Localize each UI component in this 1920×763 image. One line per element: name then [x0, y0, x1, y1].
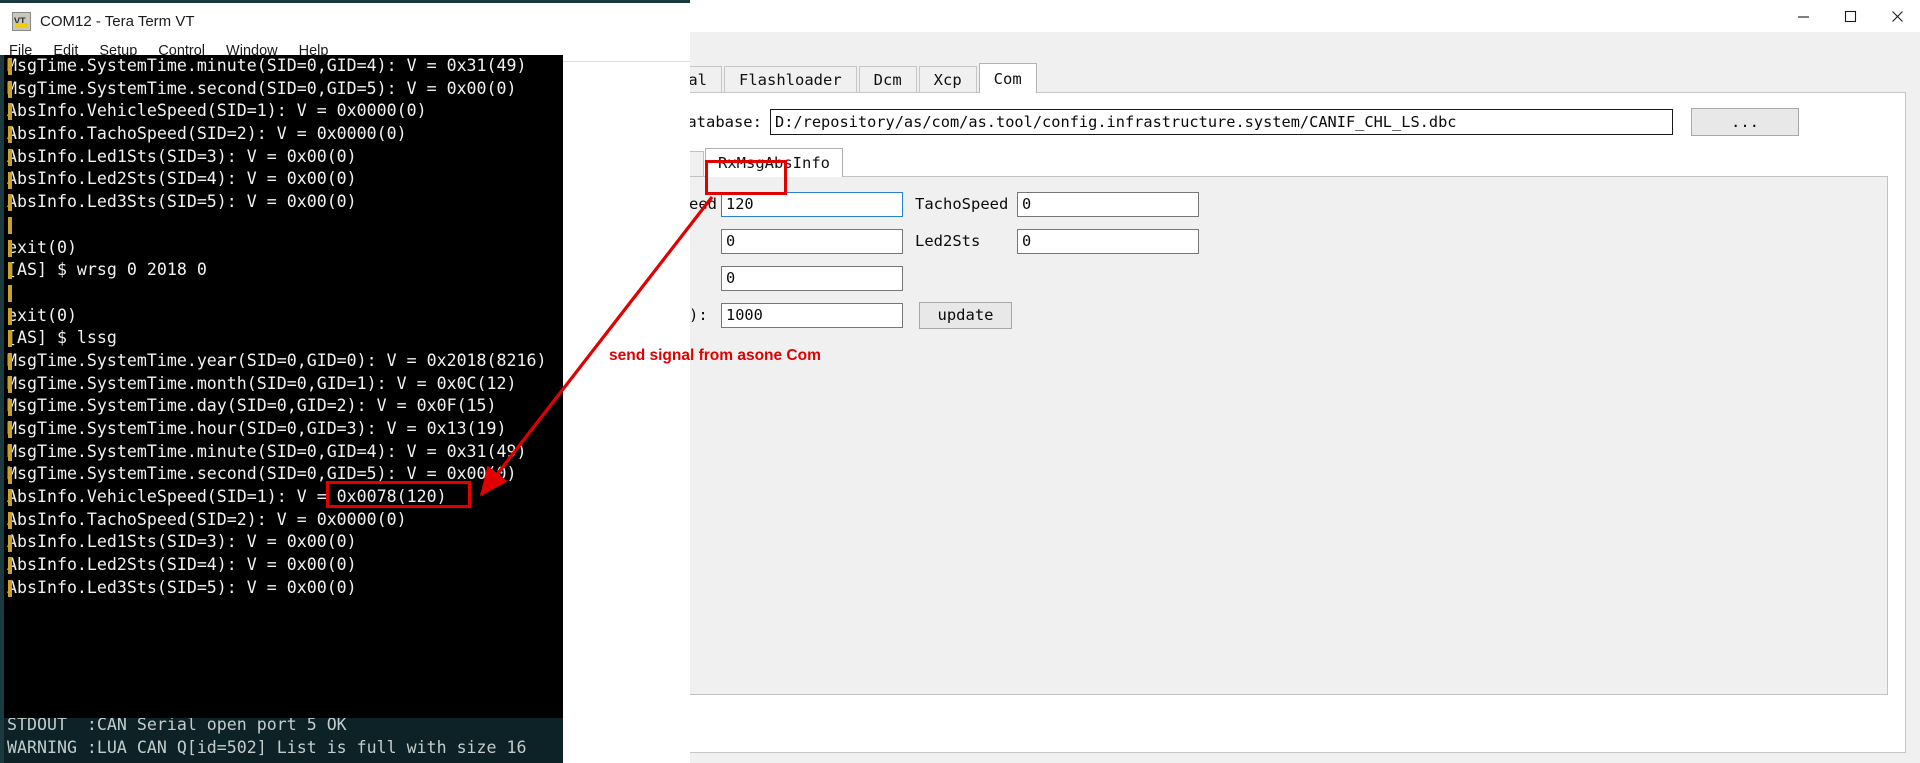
period-input[interactable]: 1000 [721, 302, 903, 328]
terminal-row-marker [8, 466, 12, 484]
period-row: period(ms):1000update [605, 300, 1199, 330]
window-controls [1780, 0, 1920, 32]
asone-body: CanSerialFlashloaderDcmXcpCom load CAN d… [564, 58, 1920, 763]
terminal-line: MsgTime.SystemTime.hour(SID=0,GID=3): V … [7, 419, 507, 438]
terminal-row-marker [8, 262, 12, 280]
terminal-row-marker [8, 58, 12, 75]
signal-row: VehicleSpeed120TachoSpeed0 [605, 189, 1199, 219]
signal-label-tachospeed: TachoSpeed [915, 195, 1009, 213]
rxmsgabsinfo-panel: VehicleSpeed120TachoSpeed0Led1Sts0Led2St… [594, 176, 1888, 695]
tab-label: Com [993, 69, 1022, 88]
terminal-line: MsgTime.SystemTime.second(SID=0,GID=5): … [7, 464, 517, 484]
terminal-row-marker [8, 285, 12, 302]
terminal-output: MsgTime.SystemTime.minute(SID=0,GID=4): … [4, 55, 563, 600]
screenshot-root: AsOne [0, 0, 1920, 763]
terminal-console[interactable]: MsgTime.SystemTime.minute(SID=0,GID=4): … [0, 55, 563, 763]
terminal-line: AbsInfo.Led1Sts(SID=3): V = 0x00(0) [7, 532, 357, 552]
terminal-status-lines: STDOUT :CAN Serial open port 5 OK WARNING… [7, 718, 527, 759]
tab-label: Flashloader [739, 71, 842, 89]
asone-window: AsOne [563, 0, 1920, 763]
terminal-vt-icon [12, 12, 31, 31]
signal-row: Led1Sts0Led2Sts0 [605, 226, 1199, 256]
tab-xcp[interactable]: Xcp [918, 66, 977, 93]
tab-flashloader[interactable]: Flashloader [724, 66, 857, 93]
terminal-row-marker [8, 171, 12, 189]
close-button[interactable] [1874, 0, 1920, 32]
terminal-row-marker [8, 398, 12, 416]
terminal-row-marker [8, 375, 12, 393]
com-tab-panel: load CAN database: D:/repository/as/com/… [576, 93, 1906, 753]
terminal-cursor-column [8, 55, 12, 763]
tab-dcm[interactable]: Dcm [858, 66, 917, 93]
terminal-line: MsgTime.SystemTime.second(SID=0,GID=5): … [7, 78, 517, 98]
terminal-row-marker [8, 307, 12, 325]
tab-com[interactable]: Com [978, 63, 1037, 93]
terminal-line: AbsInfo.Led3Sts(SID=5): V = 0x00(0) [7, 192, 357, 212]
signal-input-led2sts[interactable]: 0 [1017, 228, 1199, 254]
maximize-icon [1844, 10, 1857, 22]
signal-label-led2sts: Led2Sts [915, 232, 981, 250]
terminal-line: AbsInfo.TachoSpeed(SID=2): V = 0x0000(0) [7, 509, 407, 529]
signal-input-tachospeed[interactable]: 0 [1017, 191, 1199, 217]
terminal-line: [AS] $ wrsg 0 2018 0 [7, 260, 207, 280]
can-database-row: load CAN database: D:/repository/as/com/… [594, 108, 1889, 136]
signal-row: Led3Sts0 [605, 263, 1199, 293]
teraterm-window: COM12 - Tera Term VT FileEditSetupContro… [0, 0, 690, 763]
terminal-row-marker [8, 330, 12, 348]
sub-tab-label: RxMsgAbsInfo [718, 154, 830, 172]
terminal-line: exit(0) [7, 237, 77, 257]
terminal-line: MsgTime.SystemTime.month(SID=0,GID=1): V… [7, 373, 517, 393]
terminal-row-marker [8, 534, 12, 552]
signal-input-led3sts[interactable]: 0 [721, 265, 903, 291]
terminal-line: MsgTime.SystemTime.minute(SID=0,GID=4): … [7, 56, 527, 75]
terminal-status-line: STDOUT :CAN Serial open port 5 OK [7, 718, 347, 734]
close-icon [1892, 10, 1903, 22]
minimize-icon [1798, 15, 1809, 18]
terminal-line: [AS] $ lssg [7, 328, 117, 348]
terminal-row-marker [8, 353, 12, 371]
terminal-row-marker [8, 103, 12, 121]
terminal-row-marker [8, 194, 12, 212]
can-database-path-input[interactable]: D:/repository/as/com/as.tool/config.infr… [769, 109, 1673, 135]
asone-title-bar: AsOne [564, 0, 1920, 32]
minimize-button[interactable] [1780, 0, 1827, 32]
terminal-row-marker [8, 80, 12, 98]
terminal-line: AbsInfo.VehicleSpeed(SID=1): V = 0x0078(… [7, 487, 447, 507]
terminal-status-line: WARNING :LUA CAN Q[id=502] List is full … [7, 737, 527, 757]
maximize-button[interactable] [1827, 0, 1874, 32]
terminal-row-marker [8, 148, 12, 166]
terminal-row-marker [8, 580, 12, 598]
sub-tab-rxmsgabsinfo[interactable]: RxMsgAbsInfo [705, 148, 843, 177]
terminal-line: MsgTime.SystemTime.minute(SID=0,GID=4): … [7, 441, 527, 461]
terminal-row-marker [8, 421, 12, 439]
terminal-row-marker [8, 557, 12, 575]
terminal-line: AbsInfo.Led3Sts(SID=5): V = 0x00(0) [7, 577, 357, 597]
terminal-line: MsgTime.SystemTime.day(SID=0,GID=2): V =… [7, 396, 497, 416]
terminal-row-marker [8, 239, 12, 257]
terminal-line: AbsInfo.Led2Sts(SID=4): V = 0x00(0) [7, 169, 357, 189]
terminal-line: AbsInfo.VehicleSpeed(SID=1): V = 0x0000(… [7, 101, 427, 121]
terminal-line: AbsInfo.Led2Sts(SID=4): V = 0x00(0) [7, 555, 357, 575]
terminal-row-marker [8, 512, 12, 529]
terminal-row-marker [8, 126, 12, 144]
terminal-status-output: STDOUT :CAN Serial open port 5 OK WARNING… [0, 718, 563, 763]
terminal-line: AbsInfo.TachoSpeed(SID=2): V = 0x0000(0) [7, 124, 407, 144]
update-button[interactable]: update [919, 301, 1012, 329]
signal-form: VehicleSpeed120TachoSpeed0Led1Sts0Led2St… [605, 189, 1199, 337]
signal-input-vehiclespeed[interactable]: 120 [721, 191, 903, 217]
terminal-line: AbsInfo.Led1Sts(SID=3): V = 0x00(0) [7, 146, 357, 166]
signal-input-led1sts[interactable]: 0 [721, 228, 903, 254]
terminal-row-marker [8, 443, 12, 461]
tab-label: Xcp [933, 71, 962, 89]
terminal-row-marker [8, 489, 12, 507]
teraterm-title-bar: COM12 - Tera Term VT [0, 3, 690, 40]
tab-label: Dcm [873, 71, 902, 89]
terminal-line: exit(0) [7, 305, 77, 325]
terminal-row-marker [8, 216, 12, 234]
teraterm-window-title: COM12 - Tera Term VT [40, 13, 195, 30]
terminal-line: MsgTime.SystemTime.year(SID=0,GID=0): V … [7, 350, 547, 370]
browse-button[interactable]: ... [1690, 108, 1799, 136]
